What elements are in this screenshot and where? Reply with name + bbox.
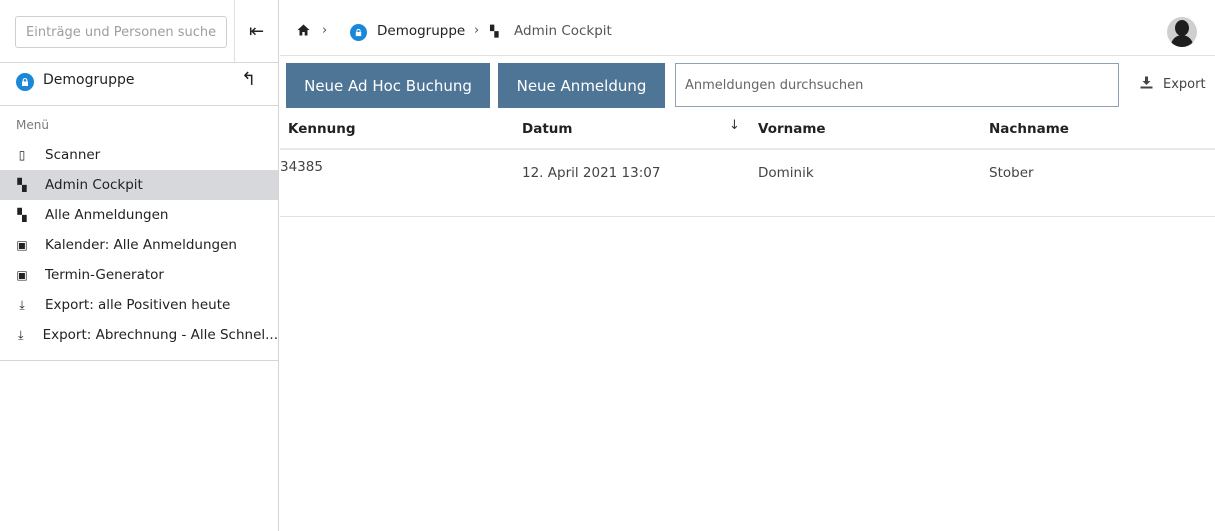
sidebar-item-admin-cockpit[interactable]: ▚ Admin Cockpit <box>0 170 278 200</box>
column-header-vorname[interactable]: Vorname <box>758 121 826 137</box>
chevron-right-icon: › <box>322 23 328 38</box>
dashboard-icon: ▚ <box>490 25 499 38</box>
sidebar-top: ⇤ <box>0 0 278 62</box>
phone-icon: ▯ <box>18 148 26 162</box>
column-header-kennung[interactable]: Kennung <box>288 121 356 137</box>
sidebar-item-kalender[interactable]: ▣ Kalender: Alle Anmeldungen <box>0 230 278 260</box>
sidebar-item-label: Admin Cockpit <box>45 177 143 193</box>
home-icon[interactable] <box>297 24 310 36</box>
sort-descending-icon[interactable]: ↓ <box>729 118 740 133</box>
registration-search-input[interactable] <box>675 63 1119 107</box>
download-icon: ⤓ <box>18 327 24 342</box>
cell-kennung: 34385 <box>280 159 323 175</box>
avatar[interactable] <box>1167 17 1197 47</box>
main-content: › Demogruppe › ▚ Admin Cockpit Neue Ad H… <box>280 0 1215 531</box>
export-label: Export <box>1163 77 1206 92</box>
arrow-up-icon[interactable]: ↰ <box>241 69 256 90</box>
group-label: Demogruppe <box>43 72 135 88</box>
sidebar-item-termin-generator[interactable]: ▣ Termin-Generator <box>0 260 278 290</box>
cell-vorname: Dominik <box>758 165 814 181</box>
collapse-sidebar-button[interactable]: ⇤ <box>234 0 278 62</box>
table-header: Kennung Datum ↓ Vorname Nachname <box>280 110 1215 150</box>
sidebar: ⇤ Demogruppe ↰ Menü ▯ Scanner ▚ Admin Co… <box>0 0 279 531</box>
sidebar-item-label: Alle Anmeldungen <box>45 207 169 223</box>
sidebar-item-label: Export: Abrechnung - Alle Schnel... <box>42 327 278 343</box>
app: ⇤ Demogruppe ↰ Menü ▯ Scanner ▚ Admin Co… <box>0 0 1215 531</box>
download-icon <box>1140 76 1153 93</box>
sidebar-item-scanner[interactable]: ▯ Scanner <box>0 140 278 170</box>
download-icon: ⤓ <box>19 297 25 312</box>
breadcrumb: › Demogruppe › ▚ Admin Cockpit <box>280 0 1215 56</box>
menu-divider <box>0 360 278 361</box>
cell-datum: 12. April 2021 13:07 <box>522 165 661 181</box>
group-selector[interactable]: Demogruppe ↰ <box>0 62 278 106</box>
breadcrumb-current: Admin Cockpit <box>514 23 612 39</box>
sidebar-item-export-abrechnung[interactable]: ⤓ Export: Abrechnung - Alle Schnel... <box>0 320 278 350</box>
new-adhoc-booking-button[interactable]: Neue Ad Hoc Buchung <box>286 63 490 108</box>
new-registration-button[interactable]: Neue Anmeldung <box>498 63 665 108</box>
dashboard-icon: ▚ <box>17 178 27 192</box>
chevron-right-icon: › <box>474 23 480 38</box>
sidebar-item-label: Export: alle Positiven heute <box>45 297 231 313</box>
sidebar-item-alle-anmeldungen[interactable]: ▚ Alle Anmeldungen <box>0 200 278 230</box>
column-header-datum[interactable]: Datum <box>522 121 572 137</box>
collapse-left-icon: ⇤ <box>248 20 265 42</box>
sidebar-item-label: Scanner <box>45 147 101 163</box>
lock-icon <box>16 73 34 91</box>
avatar-body <box>1171 35 1193 47</box>
dashboard-icon: ▚ <box>17 208 27 222</box>
sidebar-item-export-positive[interactable]: ⤓ Export: alle Positiven heute <box>0 290 278 320</box>
global-search-input[interactable] <box>15 16 227 48</box>
calendar-icon: ▣ <box>16 238 28 252</box>
column-header-nachname[interactable]: Nachname <box>989 121 1069 137</box>
sidebar-menu: ▯ Scanner ▚ Admin Cockpit ▚ Alle Anmeldu… <box>0 140 278 350</box>
lock-icon <box>350 24 367 41</box>
table-row[interactable]: 34385 12. April 2021 13:07 Dominik Stobe… <box>280 151 1215 217</box>
cell-nachname: Stober <box>989 165 1034 181</box>
export-button[interactable]: Export <box>1140 76 1206 93</box>
calendar-icon: ▣ <box>16 268 28 282</box>
menu-heading: Menü <box>16 118 49 132</box>
sidebar-item-label: Kalender: Alle Anmeldungen <box>45 237 237 253</box>
avatar-head <box>1175 20 1189 36</box>
breadcrumb-group-link[interactable]: Demogruppe <box>377 23 465 39</box>
sidebar-item-label: Termin-Generator <box>45 267 164 283</box>
